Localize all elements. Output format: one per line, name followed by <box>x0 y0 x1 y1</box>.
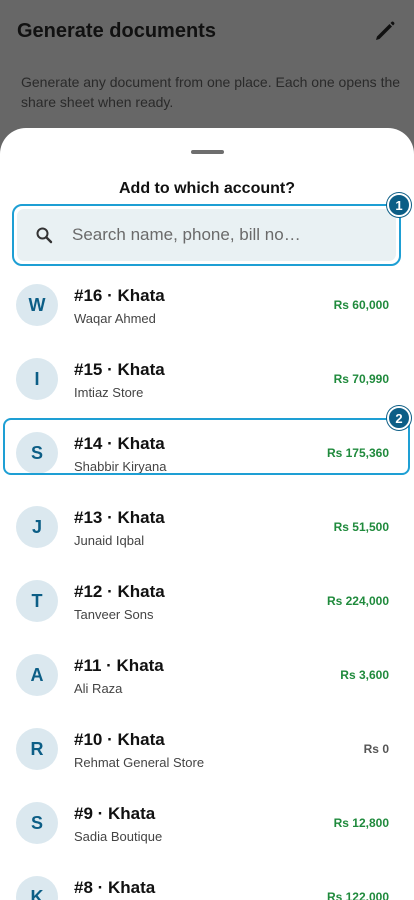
account-row[interactable]: K #8 · Khata Rs 122,000 <box>0 858 414 900</box>
search-highlight <box>12 204 401 266</box>
page-description: Generate any document from one place. Ea… <box>21 74 401 110</box>
step-badge-row: 2 <box>387 406 411 430</box>
account-name: Shabbir Kiryana <box>74 459 167 474</box>
search-icon <box>35 226 53 244</box>
account-title: #11 · Khata <box>74 656 164 675</box>
account-name: Rehmat General Store <box>74 755 205 770</box>
account-amount: Rs 60,000 <box>333 298 389 312</box>
account-name: Tanveer Sons <box>74 607 154 622</box>
account-amount: Rs 175,360 <box>326 446 389 460</box>
account-title: #14 · Khata <box>74 434 165 453</box>
avatar: S <box>16 432 58 474</box>
avatar: W <box>16 284 58 326</box>
account-amount: Rs 12,800 <box>333 816 389 830</box>
pen-icon[interactable] <box>373 19 397 43</box>
account-row[interactable]: S #14 · Khata Shabbir Kiryana Rs 175,360 <box>0 414 414 488</box>
sheet-drag-handle[interactable] <box>191 150 224 154</box>
account-row[interactable]: R #10 · Khata Rehmat General Store Rs 0 <box>0 710 414 784</box>
account-picker-sheet: Add to which account? W #16 · Khata Waqa… <box>0 128 414 900</box>
account-name: Imtiaz Store <box>74 385 144 400</box>
account-row[interactable]: J #13 · Khata Junaid Iqbal Rs 51,500 <box>0 488 414 562</box>
sheet-title: Add to which account? <box>119 180 295 197</box>
account-name: Waqar Ahmed <box>74 311 156 326</box>
account-amount: Rs 122,000 <box>326 890 389 900</box>
avatar: A <box>16 654 58 696</box>
account-row[interactable]: T #12 · Khata Tanveer Sons Rs 224,000 <box>0 562 414 636</box>
account-row[interactable]: A #11 · Khata Ali Raza Rs 3,600 <box>0 636 414 710</box>
avatar: K <box>16 876 58 900</box>
account-row[interactable]: W #16 · Khata Waqar Ahmed Rs 60,000 <box>0 266 414 340</box>
account-name: Sadia Boutique <box>74 829 163 844</box>
account-list: W #16 · Khata Waqar Ahmed Rs 60,000 I #1… <box>0 266 414 900</box>
account-amount: Rs 51,500 <box>333 520 389 534</box>
avatar: S <box>16 802 58 844</box>
account-title: #13 · Khata <box>74 508 165 527</box>
account-amount: Rs 70,990 <box>333 372 389 386</box>
avatar: T <box>16 580 58 622</box>
account-title: #8 · Khata <box>74 878 156 897</box>
account-amount: Rs 224,000 <box>326 594 389 608</box>
account-row[interactable]: I #15 · Khata Imtiaz Store Rs 70,990 <box>0 340 414 414</box>
avatar: I <box>16 358 58 400</box>
background-header: Generate documents <box>17 18 397 44</box>
account-title: #9 · Khata <box>74 804 156 823</box>
avatar: R <box>16 728 58 770</box>
account-title: #12 · Khata <box>74 582 165 601</box>
search-field[interactable] <box>17 209 396 261</box>
step-badge-search: 1 <box>387 193 411 217</box>
account-title: #15 · Khata <box>74 360 165 379</box>
account-title: #16 · Khata <box>74 286 165 305</box>
account-amount: Rs 3,600 <box>340 668 389 682</box>
account-amount: Rs 0 <box>363 742 389 756</box>
account-row[interactable]: S #9 · Khata Sadia Boutique Rs 12,800 <box>0 784 414 858</box>
avatar: J <box>16 506 58 548</box>
account-name: Ali Raza <box>74 681 123 696</box>
account-title: #10 · Khata <box>74 730 165 749</box>
search-input[interactable] <box>72 225 372 245</box>
account-name: Junaid Iqbal <box>74 533 145 548</box>
page-title: Generate documents <box>17 19 216 42</box>
